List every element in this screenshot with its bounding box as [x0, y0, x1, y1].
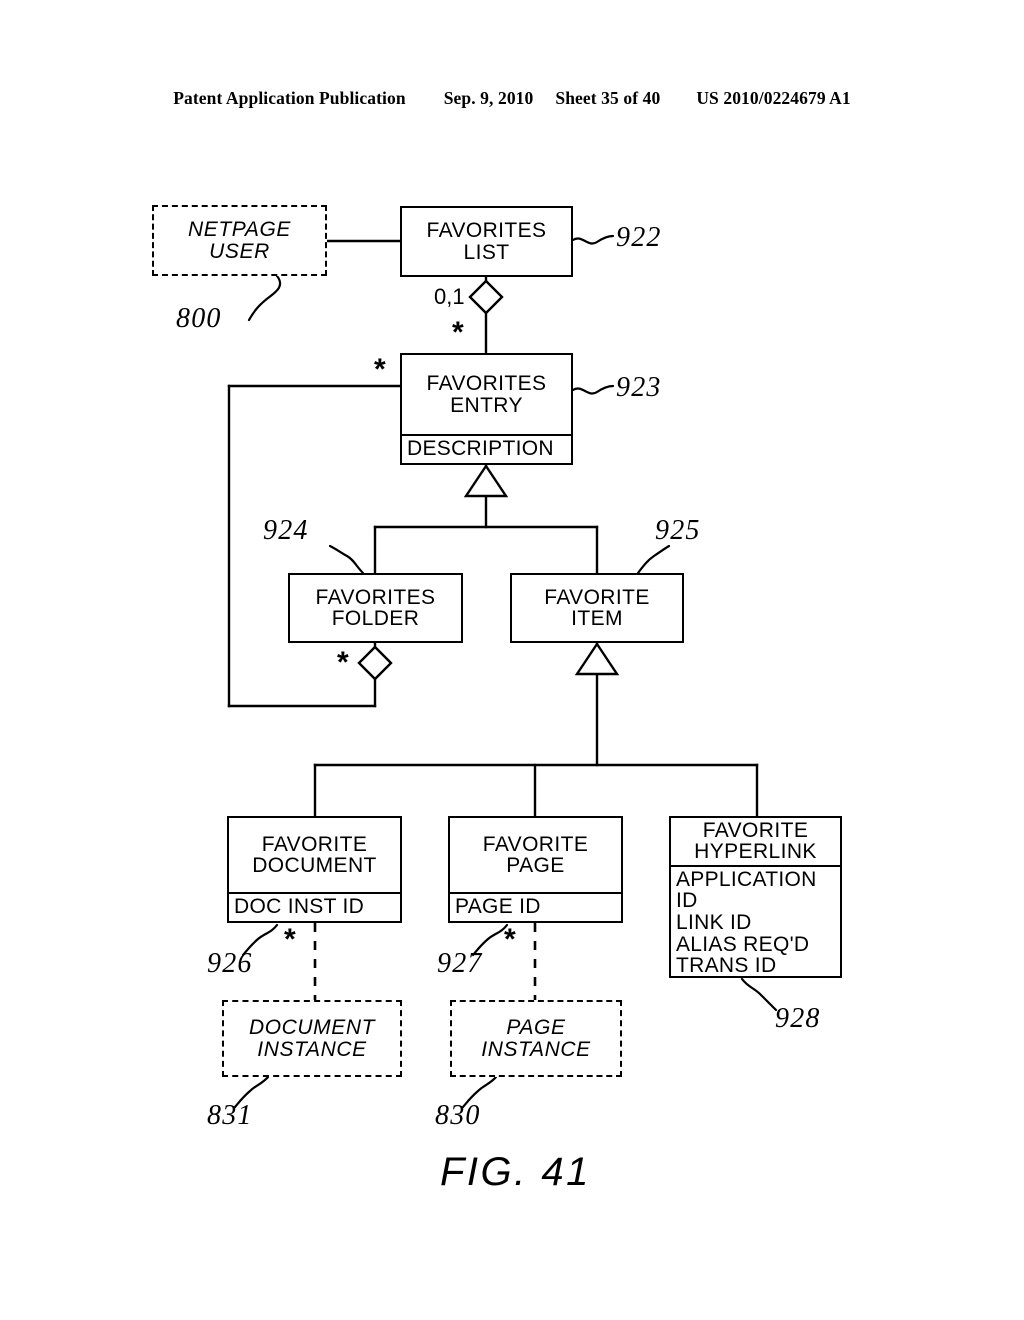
leader-923 [571, 384, 615, 395]
reference-numeral-831: 831 [207, 1100, 253, 1131]
generalization-triangle-entry [463, 463, 509, 498]
class-favorite-hyperlink[interactable]: FAVORITE HYPERLINK APPLICATION ID LINK I… [669, 816, 842, 978]
leader-928 [740, 977, 778, 1012]
diagram-connectors-layer [0, 0, 1024, 1320]
class-favorite-page-title: FAVORITE PAGE [482, 832, 589, 878]
multiplicity-entry-star-top: * [452, 316, 464, 349]
class-favorites-entry-attributes: DESCRIPTION [402, 434, 571, 463]
class-page-instance[interactable]: PAGE INSTANCE [450, 1000, 622, 1077]
class-favorites-folder[interactable]: FAVORITES FOLDER [288, 573, 463, 643]
patent-figure-page: Patent Application Publication Sep. 9, 20… [0, 0, 1024, 1320]
leader-924 [328, 544, 365, 575]
multiplicity-folder-star: * [337, 646, 349, 679]
reference-numeral-926: 926 [207, 948, 253, 979]
class-document-instance[interactable]: DOCUMENT INSTANCE [222, 1000, 402, 1077]
class-favorites-entry[interactable]: FAVORITES ENTRY DESCRIPTION [400, 353, 573, 465]
class-favorites-list-title: FAVORITES LIST [426, 219, 547, 264]
leader-800 [247, 274, 282, 322]
class-favorite-item-title: FAVORITE ITEM [544, 585, 650, 630]
class-netpage-user-title: NETPAGE USER [188, 218, 291, 263]
class-favorite-document[interactable]: FAVORITE DOCUMENT DOC INST ID [227, 816, 402, 923]
class-favorite-document-attributes: DOC INST ID [229, 892, 400, 921]
multiplicity-page-star: * [504, 923, 516, 956]
multiplicity-entry-star-left: * [374, 353, 386, 386]
reference-numeral-924: 924 [263, 515, 309, 546]
class-favorite-hyperlink-attributes: APPLICATION ID LINK ID ALIAS REQ'D TRANS… [671, 864, 840, 980]
class-favorite-document-title: FAVORITE DOCUMENT [252, 832, 377, 878]
aggregation-diamond-folder [357, 645, 393, 681]
class-page-instance-title: PAGE INSTANCE [481, 1016, 591, 1061]
multiplicity-list-to-entry: 0,1 [434, 284, 465, 309]
reference-numeral-928: 928 [775, 1003, 821, 1034]
leader-925 [636, 544, 671, 575]
class-favorites-entry-title: FAVORITES ENTRY [426, 372, 547, 417]
reference-numeral-925: 925 [655, 515, 701, 546]
reference-numeral-922: 922 [616, 222, 662, 253]
generalization-triangle-item [574, 641, 620, 676]
class-favorite-hyperlink-title: FAVORITE HYPERLINK [694, 819, 817, 864]
class-netpage-user[interactable]: NETPAGE USER [152, 205, 327, 276]
reference-numeral-800: 800 [176, 303, 222, 334]
class-favorite-item[interactable]: FAVORITE ITEM [510, 573, 684, 643]
aggregation-diamond-list [468, 279, 504, 315]
reference-numeral-830: 830 [435, 1100, 481, 1131]
class-favorite-page-attributes: PAGE ID [450, 892, 621, 921]
figure-caption: FIG. 41 [440, 1150, 591, 1194]
class-favorites-list[interactable]: FAVORITES LIST [400, 206, 573, 277]
class-document-instance-title: DOCUMENT INSTANCE [248, 1016, 376, 1061]
multiplicity-document-star: * [284, 923, 296, 956]
leader-922 [571, 234, 615, 245]
reference-numeral-927: 927 [437, 948, 483, 979]
reference-numeral-923: 923 [616, 372, 662, 403]
class-favorite-page[interactable]: FAVORITE PAGE PAGE ID [448, 816, 623, 923]
class-favorites-folder-title: FAVORITES FOLDER [315, 585, 436, 630]
